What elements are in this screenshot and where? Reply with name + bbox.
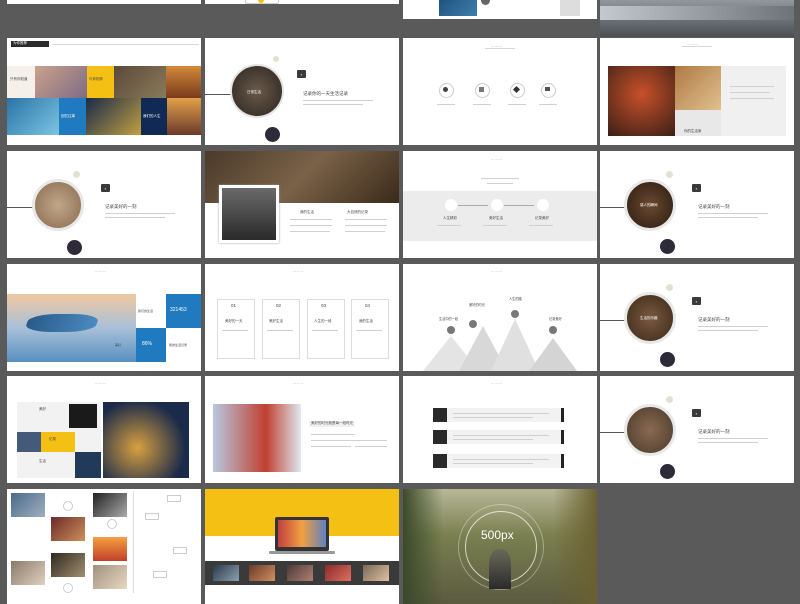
slide-thumbnail[interactable] xyxy=(205,0,399,4)
slide-thumbnail[interactable]: — — — xyxy=(403,376,597,483)
document-icon xyxy=(433,408,447,422)
slide-thumbnail[interactable] xyxy=(7,489,201,604)
slide-thumbnail[interactable]: — — — 我们的生活 321453 86% 我的生活记录 美好 xyxy=(7,264,201,371)
gift-icon xyxy=(537,199,549,211)
slide-thumbnail[interactable] xyxy=(403,0,597,19)
chart-icon xyxy=(433,430,447,444)
slide-thumbnail[interactable]: — — — 生活中的一段 美好的时光 人生的路 记录美好 xyxy=(403,264,597,371)
slide-title: 为你推荐 xyxy=(13,41,27,45)
slide-thumbnail[interactable]: — — — 你的生活家 xyxy=(600,38,794,145)
slide-thumbnail[interactable] xyxy=(205,489,399,604)
slide-thumbnail[interactable]: 500px xyxy=(403,489,597,604)
slide-thumbnail[interactable]: 日常生活 ▪ 记录你的一天生活记录 xyxy=(205,38,399,145)
slide-heading: 记录你的一天生活记录 xyxy=(303,91,348,96)
slide-thumbnail-grid: 为你推荐 只有你知道 与你相伴 回忆往事 我们的人生 日常生活 ▪ 记录你的一天… xyxy=(0,0,800,604)
slide-thumbnail[interactable]: 为你推荐 只有你知道 与你相伴 回忆往事 我们的人生 xyxy=(7,38,201,145)
slide-thumbnail[interactable]: — — — 美好 记录 生活 xyxy=(7,376,201,483)
slide-thumbnail[interactable]: — — — 01 02 03 04 美好的一天 美好生活 人生的一段 我的生活 xyxy=(205,264,399,371)
chat-icon: ▪ xyxy=(297,70,306,78)
slide-thumbnail[interactable]: 生活的乐趣 ▪ 记录美好的一刻 xyxy=(600,264,794,371)
settings-icon xyxy=(433,454,447,468)
chart-icon xyxy=(491,199,503,211)
chat-icon: ▪ xyxy=(692,297,701,305)
slide-thumbnail[interactable] xyxy=(600,0,794,37)
slide-thumbnail[interactable]: 感人的瞬间 ▪ 记录美好的一刻 xyxy=(600,151,794,258)
slide-thumbnail[interactable]: — — — xyxy=(403,38,597,145)
slide-thumbnail[interactable]: — — — 人生精彩 美好生活 记录美好 xyxy=(403,151,597,258)
brand-logo: 500px xyxy=(481,528,514,542)
chat-icon: ▪ xyxy=(692,409,701,417)
slide-thumbnail[interactable]: ▪ 记录美好的一刻 xyxy=(600,376,794,483)
slide-thumbnail[interactable]: 我的生活 大自然的记录 xyxy=(205,151,399,258)
slide-thumbnail[interactable] xyxy=(7,0,201,4)
users-icon xyxy=(445,199,457,211)
chat-icon: ▪ xyxy=(692,184,701,192)
chat-icon: ▪ xyxy=(101,184,110,192)
slide-thumbnail[interactable]: — — — 美好的时光就是每一段时光 xyxy=(205,376,399,483)
slide-thumbnail[interactable]: ▪ 记录美好的一刻 xyxy=(7,151,201,258)
